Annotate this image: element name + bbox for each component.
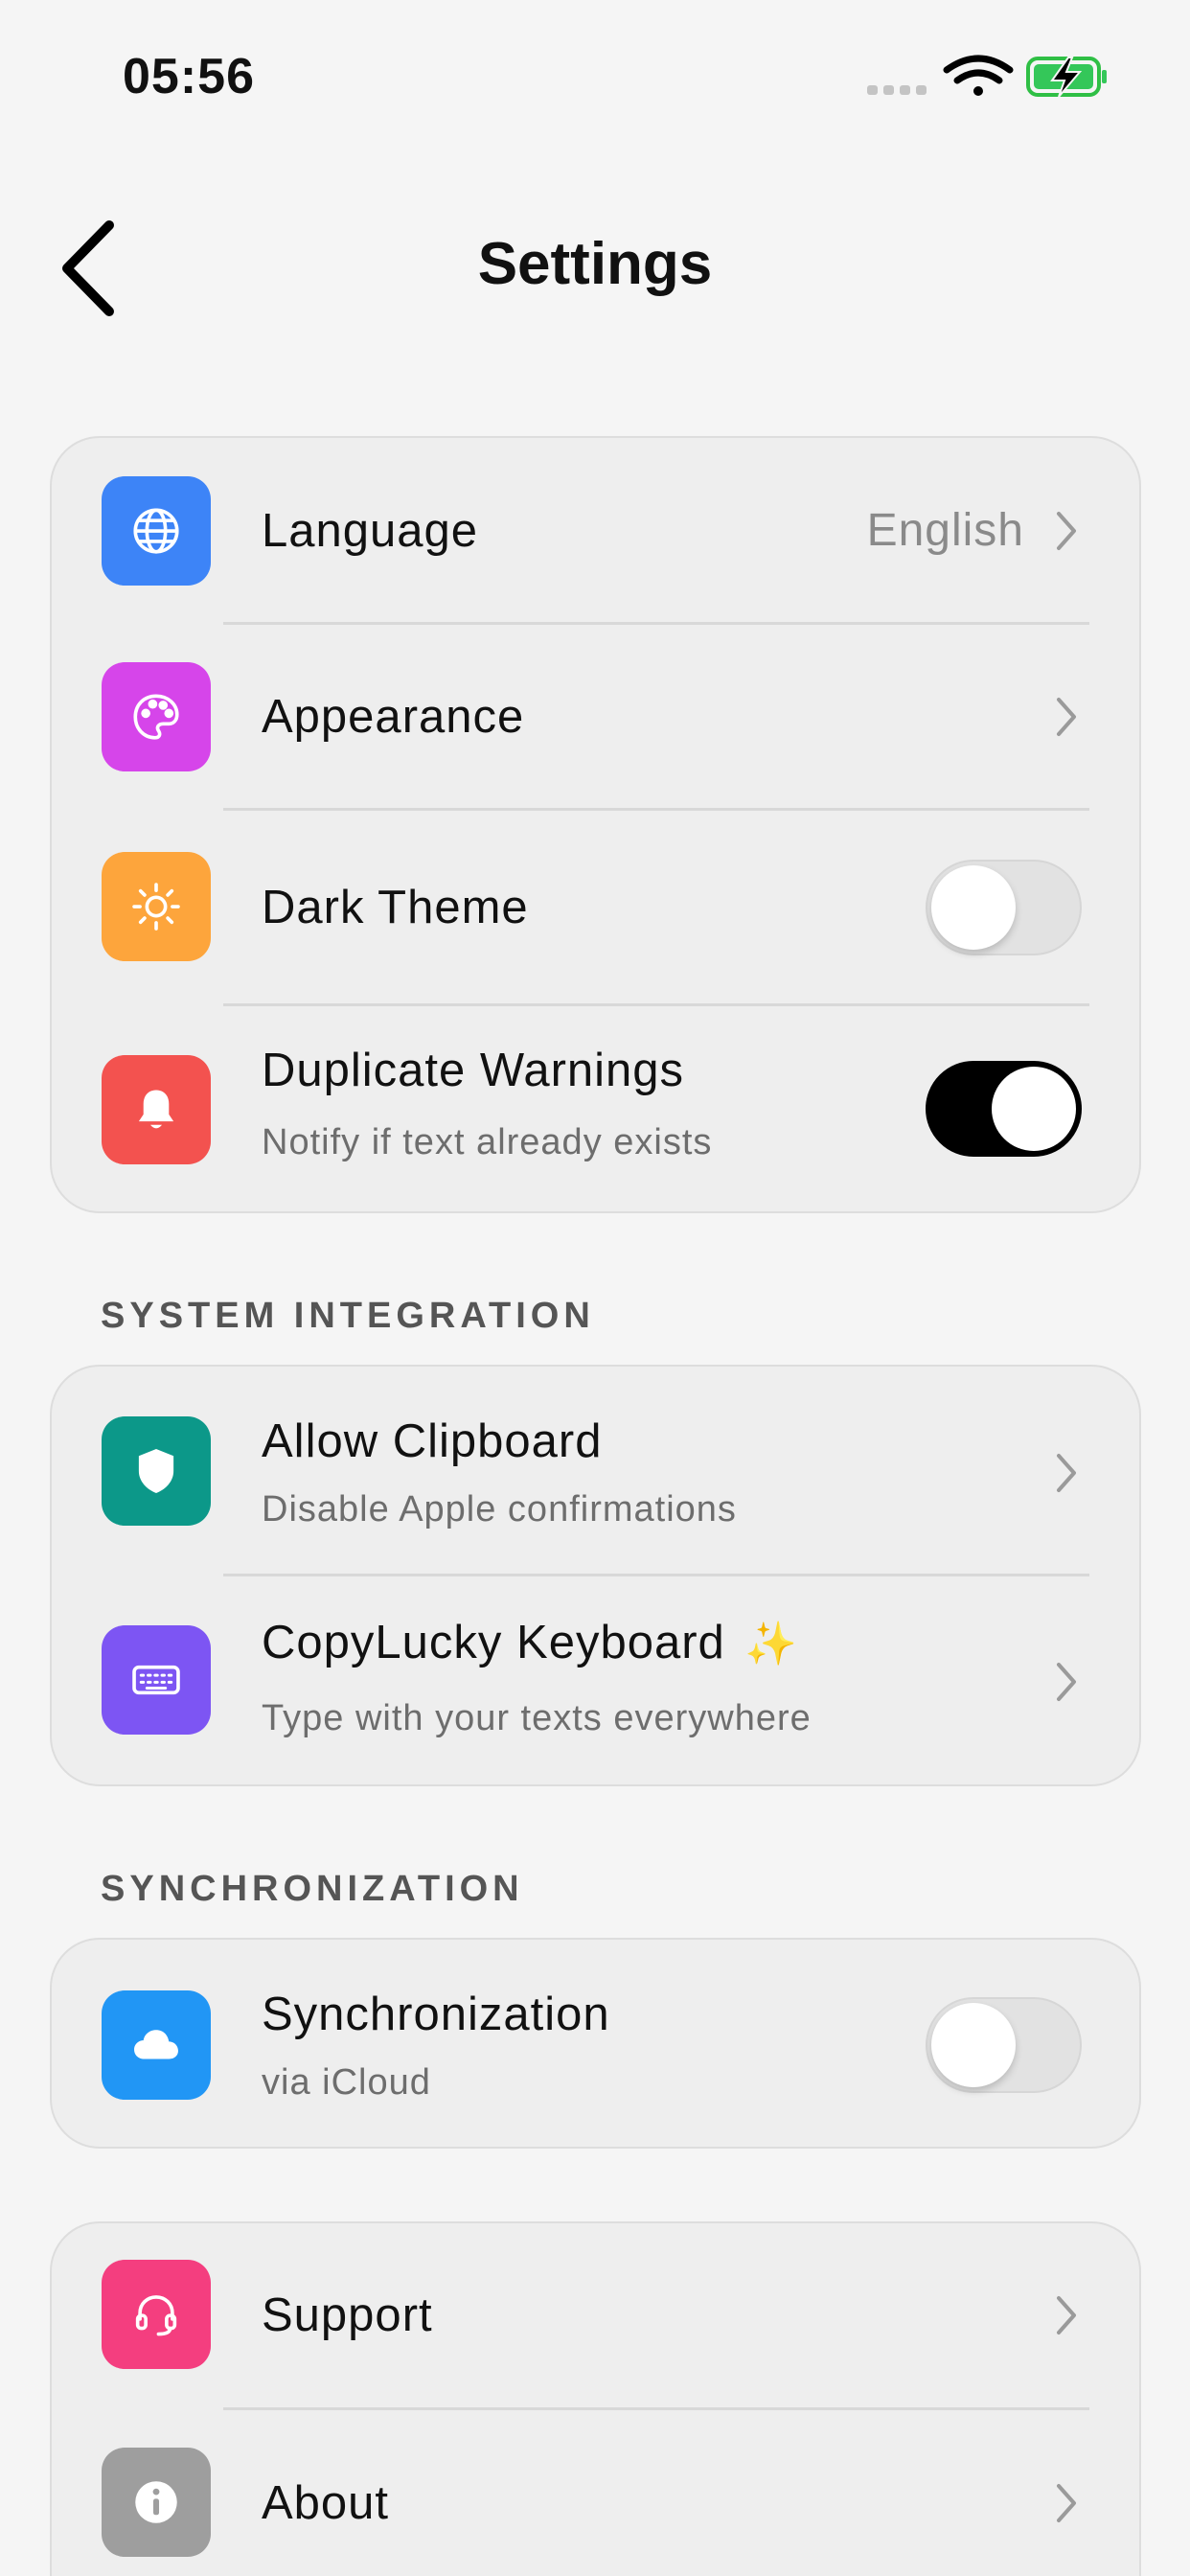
- shield-icon: [138, 1449, 174, 1493]
- chevron-right-icon: [1057, 2484, 1076, 2522]
- info-card: Support About: [50, 2221, 1141, 2576]
- keyboard-icon: [132, 1665, 180, 1695]
- dark-theme-label: Dark Theme: [262, 882, 529, 933]
- about-icon-tile: [102, 2448, 211, 2557]
- battery-charging-icon: [1026, 57, 1107, 98]
- bell-icon: [138, 1090, 174, 1129]
- sun-icon: [132, 883, 180, 931]
- about-row[interactable]: About: [52, 2409, 1139, 2576]
- dark-theme-row: Dark Theme: [52, 810, 1139, 1005]
- cellular-signal-icon: [867, 85, 927, 95]
- general-settings-card: Language English Appearance Dark Theme D…: [50, 436, 1141, 1213]
- status-icons: [867, 55, 1107, 98]
- toggle-knob: [931, 865, 1016, 950]
- synchronization-toggle[interactable]: [926, 1997, 1082, 2093]
- info-icon: [135, 2481, 177, 2523]
- allow-clipboard-label: Allow Clipboard: [262, 1415, 603, 1467]
- dark-theme-icon-tile: [102, 852, 211, 961]
- sparkles-icon: ✨: [744, 1621, 799, 1668]
- chevron-right-icon: [1057, 2296, 1076, 2334]
- support-icon-tile: [102, 2260, 211, 2369]
- language-row[interactable]: Language English: [52, 438, 1139, 624]
- duplicate-warnings-icon-tile: [102, 1055, 211, 1164]
- support-row[interactable]: Support: [52, 2223, 1139, 2407]
- allow-clipboard-icon-tile: [102, 1416, 211, 1526]
- headset-icon: [135, 2295, 177, 2336]
- duplicate-warnings-label: Duplicate Warnings: [262, 1045, 685, 1096]
- allow-clipboard-row[interactable]: Allow Clipboard Disable Apple confirmati…: [52, 1367, 1139, 1576]
- chevron-right-icon: [1057, 1454, 1076, 1492]
- globe-icon: [133, 508, 179, 554]
- synchronization-subtitle: via iCloud: [262, 2062, 431, 2103]
- palette-icon: [133, 694, 179, 740]
- status-time: 05:56: [123, 49, 255, 104]
- chevron-right-icon: [1057, 512, 1076, 550]
- synchronization-card: Synchronization via iCloud: [50, 1938, 1141, 2149]
- keyboard-icon-tile: [102, 1625, 211, 1735]
- keyboard-label-text: CopyLucky Keyboard: [262, 1617, 725, 1668]
- wifi-icon: [943, 55, 1014, 96]
- language-label: Language: [262, 505, 479, 557]
- dark-theme-toggle[interactable]: [926, 860, 1082, 955]
- page-title: Settings: [477, 231, 713, 297]
- section-header-synchronization: SYNCHRONIZATION: [101, 1869, 524, 1909]
- cloud-icon: [134, 2030, 178, 2059]
- synchronization-icon-tile: [102, 1990, 211, 2100]
- keyboard-label: CopyLucky Keyboard ✨: [262, 1616, 798, 1669]
- chevron-right-icon: [1057, 698, 1076, 736]
- duplicate-warnings-toggle[interactable]: [926, 1061, 1082, 1157]
- toggle-knob: [931, 2003, 1016, 2087]
- language-icon-tile: [102, 476, 211, 586]
- about-label: About: [262, 2477, 390, 2529]
- chevron-right-icon: [1057, 1663, 1076, 1701]
- allow-clipboard-subtitle: Disable Apple confirmations: [262, 1489, 737, 1530]
- duplicate-warnings-row: Duplicate Warnings Notify if text alread…: [52, 1005, 1139, 1215]
- keyboard-subtitle: Type with your texts everywhere: [262, 1698, 812, 1738]
- system-integration-card: Allow Clipboard Disable Apple confirmati…: [50, 1365, 1141, 1786]
- appearance-row[interactable]: Appearance: [52, 624, 1139, 810]
- appearance-icon-tile: [102, 662, 211, 771]
- language-value: English: [866, 505, 1024, 556]
- keyboard-row[interactable]: CopyLucky Keyboard ✨ Type with your text…: [52, 1576, 1139, 1788]
- synchronization-label: Synchronization: [262, 1989, 610, 2040]
- section-header-system-integration: SYSTEM INTEGRATION: [101, 1296, 595, 1336]
- appearance-label: Appearance: [262, 691, 525, 743]
- support-label: Support: [262, 2289, 433, 2341]
- synchronization-row: Synchronization via iCloud: [52, 1940, 1139, 2150]
- duplicate-warnings-subtitle: Notify if text already exists: [262, 1122, 713, 1162]
- toggle-knob: [992, 1067, 1076, 1151]
- settings-screen: 05:56 Settings Language English Appearan…: [0, 0, 1190, 2576]
